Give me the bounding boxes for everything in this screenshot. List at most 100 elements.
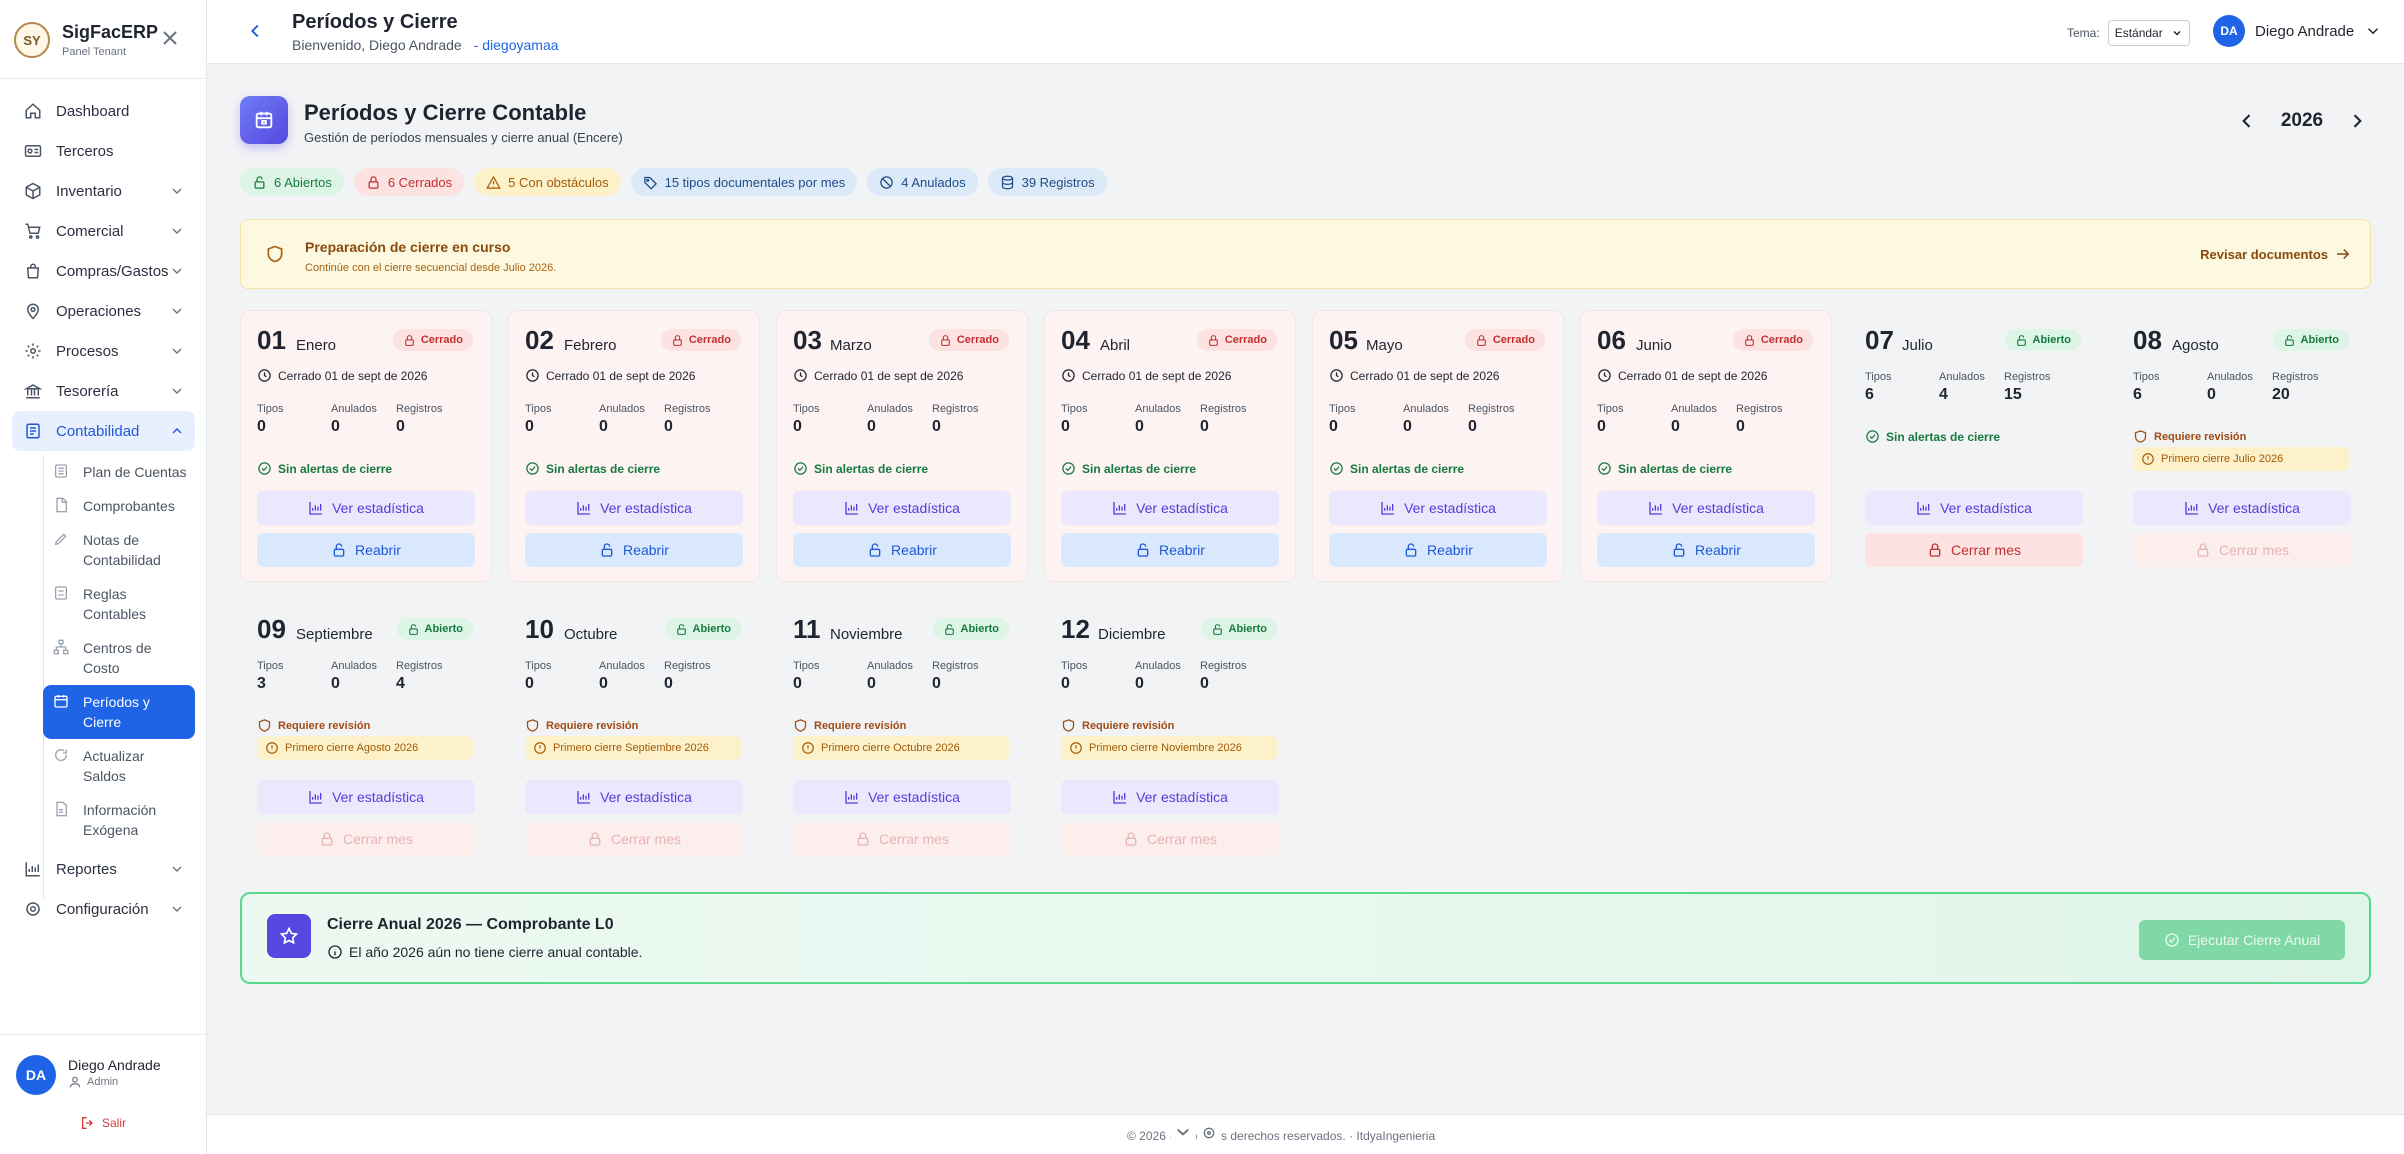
sub-item-plan-cuentas[interactable]: Plan de Cuentas bbox=[43, 455, 195, 489]
view-stats-button[interactable]: Ver estadística bbox=[793, 780, 1011, 814]
bar-chart-icon bbox=[1648, 500, 1664, 516]
reopen-label: Reabrir bbox=[623, 542, 669, 558]
view-stats-button[interactable]: Ver estadística bbox=[257, 780, 475, 814]
settings-dot-icon[interactable] bbox=[1197, 1121, 1221, 1145]
no-alerts: Sin alertas de cierre bbox=[257, 461, 392, 476]
review-documents-link[interactable]: Revisar documentos bbox=[2200, 245, 2352, 263]
avatar[interactable]: DA bbox=[16, 1055, 56, 1095]
view-stats-button[interactable]: Ver estadística bbox=[2133, 491, 2351, 525]
reopen-button[interactable]: Reabrir bbox=[257, 533, 475, 567]
status-badge: Cerrado bbox=[660, 329, 741, 351]
summary-chips: 6 Abiertos 6 Cerrados 5 Con obstáculos 1… bbox=[240, 168, 1107, 196]
calendar-icon bbox=[53, 693, 69, 709]
logout-button[interactable]: Salir bbox=[80, 1115, 126, 1131]
stat-value: 15 bbox=[2004, 386, 2022, 403]
stat-label: Registros bbox=[664, 660, 711, 672]
stat-label: Tipos bbox=[1597, 403, 1624, 415]
view-stats-label: Ver estadística bbox=[332, 500, 424, 516]
check-circle-icon bbox=[1061, 461, 1076, 476]
sidebar-item-reportes[interactable]: Reportes bbox=[12, 849, 195, 889]
sidebar-item-label: Contabilidad bbox=[56, 422, 140, 440]
brand-subtitle: Panel Tenant bbox=[62, 46, 127, 58]
stat-anulados: Anulados 0 bbox=[1403, 403, 1449, 436]
stat-value: 4 bbox=[1939, 386, 1948, 403]
bar-chart-icon bbox=[844, 789, 860, 805]
back-icon[interactable] bbox=[245, 20, 267, 42]
sidebar-item-comercial[interactable]: Comercial bbox=[12, 211, 195, 251]
sub-item-reglas[interactable]: Reglas Contables bbox=[43, 577, 195, 631]
info-icon bbox=[1069, 741, 1083, 755]
status-badge: Cerrado bbox=[1464, 329, 1545, 351]
bar-chart-icon bbox=[844, 500, 860, 516]
sidebar-item-label: Terceros bbox=[56, 142, 114, 160]
reopen-button[interactable]: Reabrir bbox=[793, 533, 1011, 567]
stat-value: 0 bbox=[1135, 675, 1144, 692]
stat-value: 0 bbox=[867, 418, 876, 435]
stat-value: 0 bbox=[331, 675, 340, 692]
sub-item-comprobantes[interactable]: Comprobantes bbox=[43, 489, 195, 523]
sub-item-notas[interactable]: Notas de Contabilidad bbox=[43, 523, 195, 577]
stat-value: 0 bbox=[1671, 418, 1680, 435]
view-stats-button[interactable]: Ver estadística bbox=[525, 491, 743, 525]
sidebar-item-contabilidad[interactable]: Contabilidad bbox=[12, 411, 195, 451]
sidebar-item-terceros[interactable]: Terceros bbox=[12, 131, 195, 171]
chip-label: 39 Registros bbox=[1021, 174, 1095, 190]
sidebar-item-compras[interactable]: Compras/Gastos bbox=[12, 251, 195, 291]
execute-annual-closing-button[interactable]: Ejecutar Cierre Anual bbox=[2139, 920, 2345, 960]
sidebar: SY SigFacERP Panel Tenant Dashboard Terc… bbox=[0, 0, 207, 1154]
user-handle-link[interactable]: - diegoyamaa bbox=[474, 37, 559, 53]
reopen-button[interactable]: Reabrir bbox=[525, 533, 743, 567]
sidebar-item-operaciones[interactable]: Operaciones bbox=[12, 291, 195, 331]
view-stats-button[interactable]: Ver estadística bbox=[525, 780, 743, 814]
stat-anulados: Anulados 0 bbox=[867, 403, 913, 436]
reopen-button[interactable]: Reabrir bbox=[1061, 533, 1279, 567]
theme-selector: Tema: Estándar bbox=[2067, 20, 2190, 46]
stat-value: 0 bbox=[1135, 418, 1144, 435]
stat-value: 0 bbox=[525, 418, 534, 435]
welcome-text: Bienvenido, Diego Andrade - diegoyamaa bbox=[292, 37, 559, 53]
close-month-button[interactable]: Cerrar mes bbox=[1865, 533, 2083, 567]
sub-item-label: Reglas Contables bbox=[83, 586, 147, 622]
view-stats-button[interactable]: Ver estadística bbox=[793, 491, 1011, 525]
sidebar-item-procesos[interactable]: Procesos bbox=[12, 331, 195, 371]
reopen-button[interactable]: Reabrir bbox=[1329, 533, 1547, 567]
stat-label: Tipos bbox=[257, 660, 284, 672]
chevron-down-icon bbox=[169, 183, 185, 199]
view-stats-button[interactable]: Ver estadística bbox=[257, 491, 475, 525]
sub-item-actualizar-saldos[interactable]: Actualizar Saldos bbox=[43, 739, 195, 793]
status-badge: Abierto bbox=[1200, 618, 1277, 640]
view-stats-button[interactable]: Ver estadística bbox=[1061, 491, 1279, 525]
theme-select[interactable]: Estándar bbox=[2107, 20, 2190, 46]
period-number: 04 bbox=[1061, 325, 1090, 355]
map-pin-icon bbox=[24, 302, 42, 320]
sub-item-exogena[interactable]: Información Exógena bbox=[43, 793, 195, 847]
box-icon bbox=[24, 182, 42, 200]
view-stats-button[interactable]: Ver estadística bbox=[1329, 491, 1547, 525]
sub-item-centros-costo[interactable]: Centros de Costo bbox=[43, 631, 195, 685]
reopen-button[interactable]: Reabrir bbox=[1597, 533, 1815, 567]
view-stats-label: Ver estadística bbox=[1672, 500, 1764, 516]
sidebar-item-configuracion[interactable]: Configuración bbox=[12, 889, 195, 929]
closed-date: Cerrado 01 de sept de 2026 bbox=[257, 368, 427, 383]
closed-date-text: Cerrado 01 de sept de 2026 bbox=[1082, 368, 1232, 383]
view-stats-button[interactable]: Ver estadística bbox=[1865, 491, 2083, 525]
check-circle-icon bbox=[1597, 461, 1612, 476]
scroll-down-icon[interactable] bbox=[1171, 1121, 1195, 1145]
stat-value: 0 bbox=[331, 418, 340, 435]
chevron-down-icon bbox=[2173, 30, 2181, 36]
chevron-right-icon[interactable] bbox=[2347, 111, 2367, 131]
period-month: Julio bbox=[1902, 337, 1933, 354]
lock-open-icon bbox=[867, 542, 883, 558]
sidebar-item-inventario[interactable]: Inventario bbox=[12, 171, 195, 211]
closed-date: Cerrado 01 de sept de 2026 bbox=[1061, 368, 1231, 383]
view-stats-button[interactable]: Ver estadística bbox=[1597, 491, 1815, 525]
view-stats-label: Ver estadística bbox=[600, 789, 692, 805]
user-menu[interactable]: DA Diego Andrade bbox=[2213, 15, 2382, 47]
sidebar-item-tesoreria[interactable]: Tesorería bbox=[12, 371, 195, 411]
period-month: Octubre bbox=[564, 626, 618, 643]
sidebar-item-dashboard[interactable]: Dashboard bbox=[12, 91, 195, 131]
sub-item-periodos-cierre[interactable]: Períodos y Cierre bbox=[43, 685, 195, 739]
chevron-left-icon[interactable] bbox=[2237, 111, 2257, 131]
close-sidebar-icon[interactable] bbox=[158, 26, 182, 50]
view-stats-button[interactable]: Ver estadística bbox=[1061, 780, 1279, 814]
